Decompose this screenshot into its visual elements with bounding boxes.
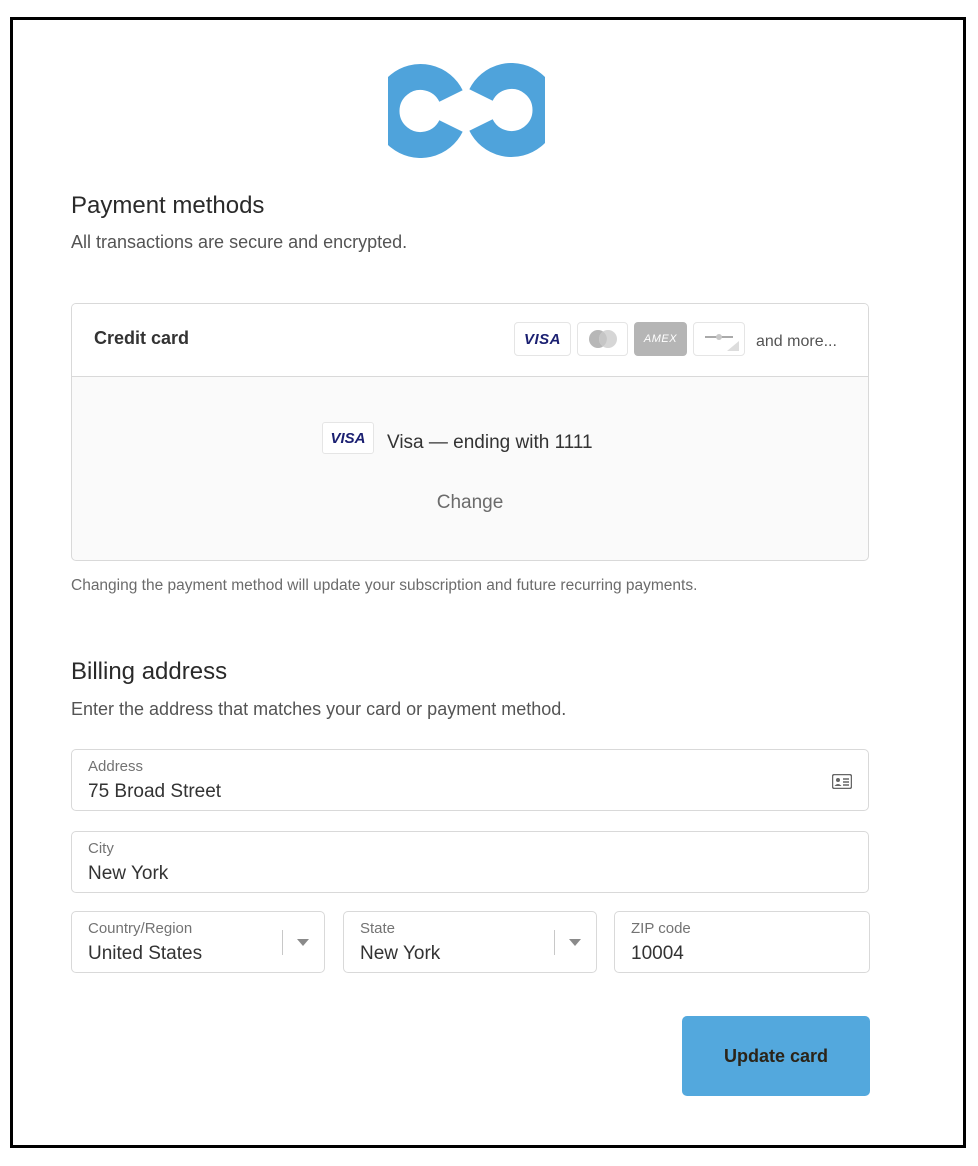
chevron-down-icon[interactable] <box>297 939 309 946</box>
zip-input[interactable]: 10004 <box>631 943 684 965</box>
update-card-button[interactable]: Update card <box>682 1016 870 1096</box>
credit-card-panel: Credit card VISA AMEX and more... VISA V… <box>71 303 869 561</box>
billing-address-subtitle: Enter the address that matches your card… <box>71 699 567 719</box>
credit-card-label: Credit card <box>94 328 190 348</box>
zip-label: ZIP code <box>631 920 691 937</box>
and-more-label: and more... <box>756 333 837 350</box>
state-select[interactable]: State New York <box>343 911 597 973</box>
mastercard-icon <box>577 322 628 356</box>
country-value[interactable]: United States <box>88 943 202 965</box>
contact-card-icon[interactable] <box>832 774 852 789</box>
chevron-down-icon[interactable] <box>569 939 581 946</box>
address-field[interactable]: Address 75 Broad Street <box>71 749 869 811</box>
selected-card: VISA Visa — ending with 1111 <box>322 421 593 455</box>
payment-methods-title: Payment methods <box>71 192 265 219</box>
address-label: Address <box>88 758 144 775</box>
payment-change-note: Changing the payment method will update … <box>71 577 698 594</box>
checkout-frame: Payment methods All transactions are sec… <box>10 17 966 1148</box>
selected-card-text: Visa — ending with 1111 <box>387 432 593 453</box>
visa-card-badge: VISA <box>514 322 571 356</box>
payment-methods-subtitle: All transactions are secure and encrypte… <box>71 232 408 252</box>
city-input[interactable]: New York <box>88 863 168 885</box>
amex-card-badge: AMEX <box>634 322 687 356</box>
billing-address-title: Billing address <box>71 658 228 685</box>
zip-field[interactable]: ZIP code 10004 <box>614 911 870 973</box>
select-divider <box>554 930 555 955</box>
city-label: City <box>88 840 114 857</box>
city-field[interactable]: City New York <box>71 831 869 893</box>
state-label: State <box>360 920 396 937</box>
selected-visa-badge: VISA <box>322 422 374 454</box>
generic-card-icon <box>693 322 745 356</box>
country-label: Country/Region <box>88 920 193 937</box>
state-value[interactable]: New York <box>360 943 440 965</box>
address-input[interactable]: 75 Broad Street <box>88 781 221 803</box>
change-payment-link[interactable]: Change <box>72 492 868 514</box>
select-divider <box>282 930 283 955</box>
country-select[interactable]: Country/Region United States <box>71 911 325 973</box>
brand-logo <box>388 63 545 158</box>
credit-card-header[interactable]: Credit card VISA AMEX and more... <box>72 304 868 377</box>
